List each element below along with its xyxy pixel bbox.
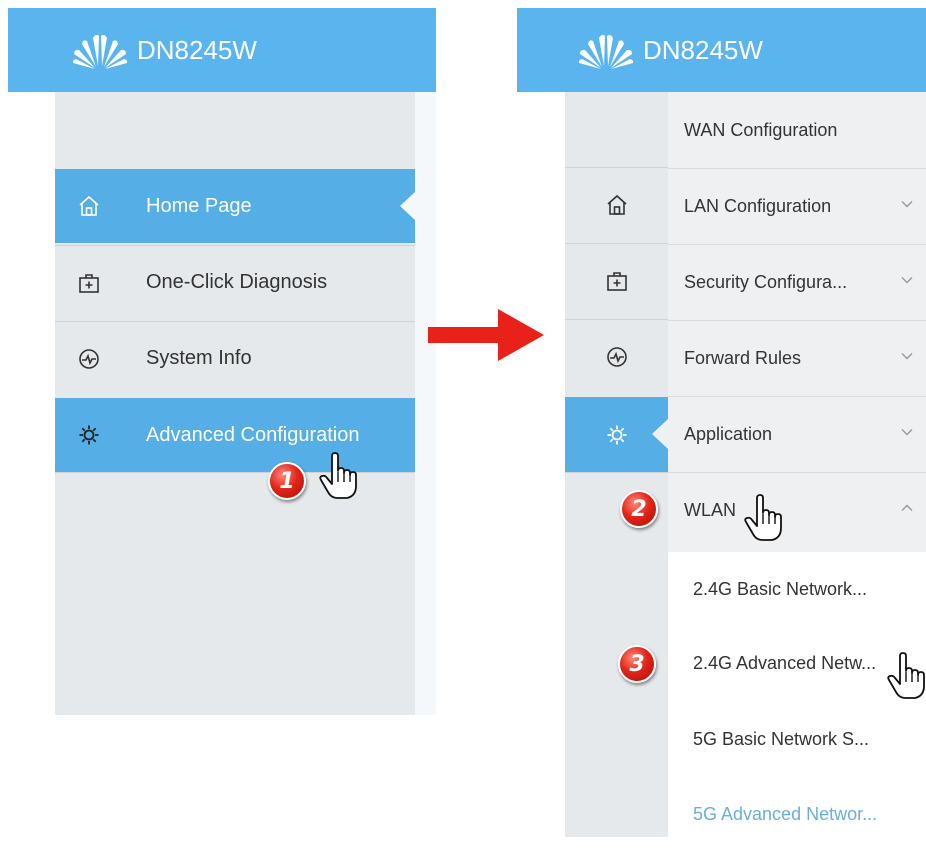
submenu-item-label: 5G Basic Network S... bbox=[693, 728, 870, 749]
menu-item-lan-configuration[interactable]: LAN Configuration bbox=[668, 168, 926, 244]
nav-item-label: One-Click Diagnosis bbox=[146, 271, 328, 293]
app-title: DN8245W bbox=[137, 34, 257, 65]
hand-cursor-icon bbox=[744, 494, 782, 541]
menu-item-label: Forward Rules bbox=[684, 348, 802, 368]
home-icon bbox=[77, 194, 101, 218]
submenu-item-5g-basic-network[interactable]: 5G Basic Network S... bbox=[668, 703, 926, 775]
nav-icon-system-info[interactable] bbox=[565, 319, 668, 394]
menu-item-wlan[interactable]: WLAN bbox=[668, 472, 926, 548]
nav-icon-diagnosis[interactable] bbox=[565, 243, 668, 318]
gear-icon bbox=[607, 425, 626, 444]
step-badge-3: 3 bbox=[618, 645, 656, 683]
chevron-down-icon bbox=[901, 201, 913, 208]
nav-item-home-page[interactable]: Home Page bbox=[55, 169, 415, 243]
menu-item-label: Application bbox=[684, 424, 773, 444]
menu-item-label: WAN Configuration bbox=[684, 119, 838, 140]
menu-item-application[interactable]: Application bbox=[668, 396, 926, 472]
chevron-down-icon bbox=[901, 429, 913, 436]
step-badge-1: 1 bbox=[268, 462, 306, 500]
menu-item-label: LAN Configuration bbox=[684, 196, 832, 216]
menu-item-security-configuration[interactable]: Security Configura... bbox=[668, 244, 926, 320]
app-title: DN8245W bbox=[643, 34, 763, 65]
left-panel-edge bbox=[415, 92, 436, 715]
gear-icon bbox=[77, 423, 101, 447]
submenu-item-label: 2.4G Basic Network... bbox=[693, 578, 868, 599]
system-info-icon bbox=[606, 347, 627, 367]
nav-item-one-click-diagnosis[interactable]: One-Click Diagnosis bbox=[55, 245, 415, 319]
menu-item-label: WLAN bbox=[684, 500, 737, 520]
app-header-left: DN8245W bbox=[8, 8, 436, 92]
chevron-up-icon bbox=[901, 504, 913, 511]
huawei-logo-icon bbox=[72, 34, 128, 69]
divider bbox=[565, 472, 668, 474]
submenu-item-5g-advanced-network[interactable]: 5G Advanced Networ... bbox=[668, 778, 926, 850]
menu-item-forward-rules[interactable]: Forward Rules bbox=[668, 320, 926, 396]
submenu-item-label: 2.4G Advanced Netw... bbox=[693, 652, 877, 673]
chevron-down-icon bbox=[901, 353, 913, 360]
huawei-logo-icon bbox=[578, 34, 634, 69]
nav-item-label: System Info bbox=[146, 347, 252, 369]
nav-item-advanced-configuration[interactable]: Advanced Configuration bbox=[55, 398, 415, 472]
nav-item-system-info[interactable]: System Info bbox=[55, 321, 415, 395]
diagnosis-icon bbox=[77, 271, 101, 295]
diagnosis-icon bbox=[606, 272, 627, 291]
chevron-down-icon bbox=[901, 277, 913, 284]
transition-arrow-icon bbox=[428, 309, 544, 361]
divider bbox=[55, 472, 415, 474]
menu-item-label: Security Configura... bbox=[684, 272, 848, 292]
submenu-item-label: 5G Advanced Networ... bbox=[693, 803, 878, 824]
active-indicator-notch bbox=[400, 191, 416, 221]
nav-item-label: Advanced Configuration bbox=[146, 423, 360, 446]
app-header-right: DN8245W bbox=[517, 8, 926, 92]
system-info-icon bbox=[77, 347, 101, 371]
active-indicator-notch bbox=[652, 419, 668, 449]
hand-cursor-icon bbox=[887, 652, 925, 699]
hand-cursor-icon bbox=[319, 452, 357, 499]
menu-item-wan-configuration[interactable]: WAN Configuration bbox=[668, 92, 926, 168]
home-icon bbox=[606, 194, 627, 215]
nav-icon-home[interactable] bbox=[565, 167, 668, 242]
nav-item-label: Home Page bbox=[146, 194, 252, 217]
step-badge-2: 2 bbox=[620, 490, 658, 528]
submenu-item-24g-basic-network[interactable]: 2.4G Basic Network... bbox=[668, 553, 926, 625]
